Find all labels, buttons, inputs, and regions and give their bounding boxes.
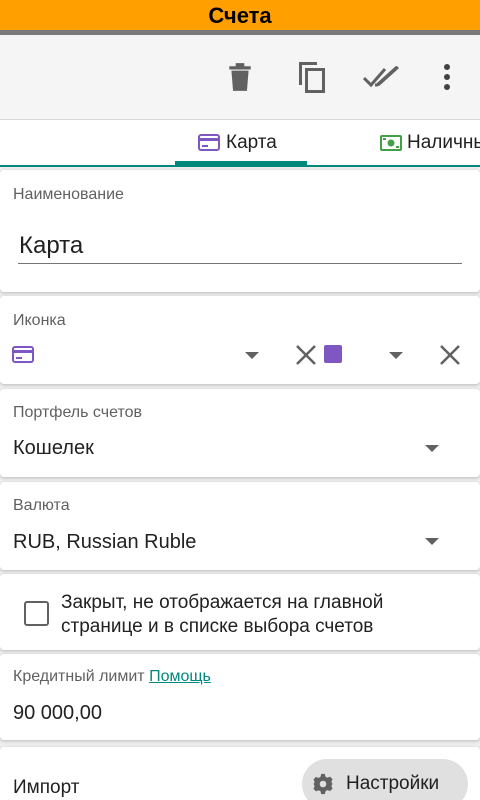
closed-label-line1: Закрыт, не отображается на главной	[61, 592, 384, 613]
more-options-button[interactable]	[427, 57, 467, 97]
tab-cash[interactable]: Наличные	[380, 120, 480, 165]
closed-checkbox[interactable]	[24, 601, 49, 626]
active-tab-indicator	[175, 161, 307, 165]
done-all-icon	[363, 65, 400, 88]
currency-dropdown-arrow[interactable]	[425, 538, 439, 545]
cash-icon	[380, 134, 402, 151]
action-toolbar	[0, 35, 480, 120]
icon-card: Иконка	[0, 296, 480, 384]
currency-label: Валюта	[13, 497, 70, 514]
closed-card: Закрыт, не отображается на главной стран…	[0, 574, 480, 650]
credit-limit-label-row: Кредитный лимит Помощь	[13, 668, 211, 686]
tab-card-label: Карта	[226, 131, 277, 153]
name-card: Наименование	[0, 170, 480, 292]
help-link[interactable]: Помощь	[149, 668, 211, 685]
done-all-button[interactable]	[362, 57, 402, 97]
credit-limit-value[interactable]: 90 000,00	[13, 702, 102, 725]
currency-value[interactable]: RUB, Russian Ruble	[13, 531, 196, 554]
settings-label: Настройки	[346, 773, 440, 794]
account-tabs: Карта Наличные	[0, 120, 480, 167]
copy-button[interactable]	[292, 57, 332, 97]
color-swatch[interactable]	[324, 345, 342, 363]
window-title: Счета	[0, 0, 480, 30]
color-dropdown-arrow[interactable]	[389, 352, 403, 359]
name-label: Наименование	[13, 186, 124, 203]
tab-cash-label: Наличные	[407, 131, 480, 153]
portfolio-card[interactable]: Портфель счетов Кошелек	[0, 389, 480, 477]
credit-card-icon	[198, 134, 220, 151]
credit-card-icon[interactable]	[12, 346, 34, 363]
gear-icon	[313, 773, 333, 795]
credit-limit-card: Кредитный лимит Помощь 90 000,00	[0, 654, 480, 740]
icon-label: Иконка	[13, 312, 66, 329]
clear-color-button[interactable]	[439, 344, 461, 366]
portfolio-dropdown-arrow[interactable]	[425, 445, 439, 452]
copy-icon	[299, 62, 325, 93]
closed-label-line2: странице и в списке выбора счетов	[61, 616, 374, 637]
more-vert-icon	[444, 64, 450, 90]
settings-button[interactable]: Настройки	[302, 759, 468, 800]
clear-icon-button[interactable]	[295, 344, 317, 366]
icon-dropdown-arrow[interactable]	[245, 352, 259, 359]
currency-card[interactable]: Валюта RUB, Russian Ruble	[0, 482, 480, 570]
name-input[interactable]	[18, 228, 462, 264]
portfolio-value[interactable]: Кошелек	[13, 437, 94, 460]
closed-label[interactable]: Закрыт, не отображается на главной стран…	[61, 591, 383, 639]
import-card: Импорт Настройки	[0, 747, 480, 800]
credit-limit-label: Кредитный лимит	[13, 668, 145, 685]
tab-card[interactable]: Карта	[198, 120, 277, 165]
import-label: Импорт	[13, 777, 80, 798]
delete-icon	[229, 63, 251, 91]
portfolio-label: Портфель счетов	[13, 404, 142, 421]
delete-button[interactable]	[220, 57, 260, 97]
